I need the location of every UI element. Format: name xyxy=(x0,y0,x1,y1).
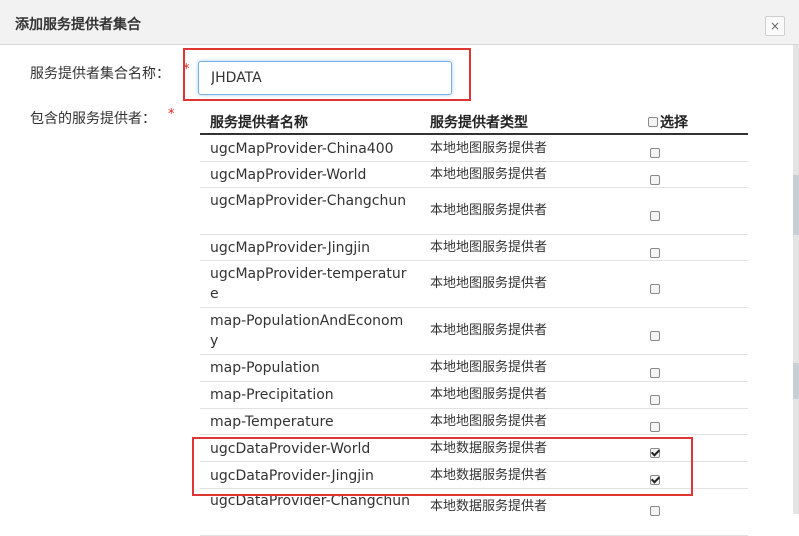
provider-type: 本地地图服务提供者 xyxy=(430,167,548,182)
collection-name-label: 服务提供者集合名称： xyxy=(30,66,170,82)
provider-type: 本地数据服务提供者 xyxy=(430,499,548,514)
provider-name: map-PopulationAndEconomy xyxy=(210,313,404,349)
row-checkbox[interactable] xyxy=(650,143,660,162)
table-row: ugcMapProvider-China400 本地地图服务提供者 xyxy=(200,135,748,162)
row-checkbox[interactable] xyxy=(650,501,660,520)
row-checkbox[interactable] xyxy=(650,279,660,298)
provider-type: 本地地图服务提供者 xyxy=(430,276,548,291)
row-checkbox[interactable] xyxy=(650,206,660,225)
dialog-header: 添加服务提供者集合 × xyxy=(0,0,799,45)
highlight-box-name xyxy=(183,48,471,101)
row-checkbox[interactable] xyxy=(650,326,660,345)
table-row: map-Population 本地地图服务提供者 xyxy=(200,355,748,382)
select-label: 选择 xyxy=(660,115,688,131)
table-header: 服务提供者名称 服务提供者类型 选择 xyxy=(200,106,748,135)
table-row: map-Precipitation 本地地图服务提供者 xyxy=(200,382,748,409)
background-window-edge xyxy=(793,45,799,514)
provider-name: map-Population xyxy=(210,360,320,376)
row-checkbox[interactable] xyxy=(650,363,660,382)
column-header-select: 选择 xyxy=(648,112,688,132)
provider-name: map-Precipitation xyxy=(210,387,334,403)
provider-name: ugcMapProvider-China400 xyxy=(210,141,394,157)
column-header-name: 服务提供者名称 xyxy=(210,115,308,131)
provider-type: 本地地图服务提供者 xyxy=(430,360,548,375)
provider-name: ugcMapProvider-temperature xyxy=(210,266,407,302)
provider-name: map-Temperature xyxy=(210,414,334,430)
close-button[interactable]: × xyxy=(765,16,785,36)
table-row: map-Temperature 本地地图服务提供者 xyxy=(200,409,748,435)
table-row: ugcMapProvider-Jingjin 本地地图服务提供者 xyxy=(200,235,748,261)
provider-name: ugcMapProvider-Changchun xyxy=(210,193,407,209)
select-all-checkbox[interactable] xyxy=(648,117,658,127)
close-icon: × xyxy=(769,19,781,33)
table-row: ugcMapProvider-temperature 本地地图服务提供者 xyxy=(200,261,748,308)
provider-type: 本地地图服务提供者 xyxy=(430,240,548,255)
row-checkbox[interactable] xyxy=(650,243,660,262)
table-row: ugcMapProvider-Changchun 本地地图服务提供者 xyxy=(200,188,748,235)
row-checkbox[interactable] xyxy=(650,417,660,436)
column-header-type: 服务提供者类型 xyxy=(430,115,528,131)
required-marker: * xyxy=(168,107,175,122)
row-checkbox[interactable] xyxy=(650,390,660,409)
provider-name: ugcMapProvider-World xyxy=(210,167,367,183)
provider-name: ugcMapProvider-Jingjin xyxy=(210,240,371,256)
provider-type: 本地地图服务提供者 xyxy=(430,141,548,156)
highlight-box-rows xyxy=(192,437,693,496)
dialog-title: 添加服务提供者集合 xyxy=(15,17,141,33)
table-row: ugcMapProvider-World 本地地图服务提供者 xyxy=(200,162,748,188)
provider-type: 本地地图服务提供者 xyxy=(430,323,548,338)
table-row: map-PopulationAndEconomy 本地地图服务提供者 xyxy=(200,308,748,355)
provider-type: 本地地图服务提供者 xyxy=(430,387,548,402)
providers-label: 包含的服务提供者： xyxy=(30,111,156,127)
provider-type: 本地地图服务提供者 xyxy=(430,203,548,218)
table-row: ugcDataProvider-Changchun 本地数据服务提供者 xyxy=(200,489,748,536)
row-checkbox[interactable] xyxy=(650,170,660,189)
provider-type: 本地地图服务提供者 xyxy=(430,414,548,429)
